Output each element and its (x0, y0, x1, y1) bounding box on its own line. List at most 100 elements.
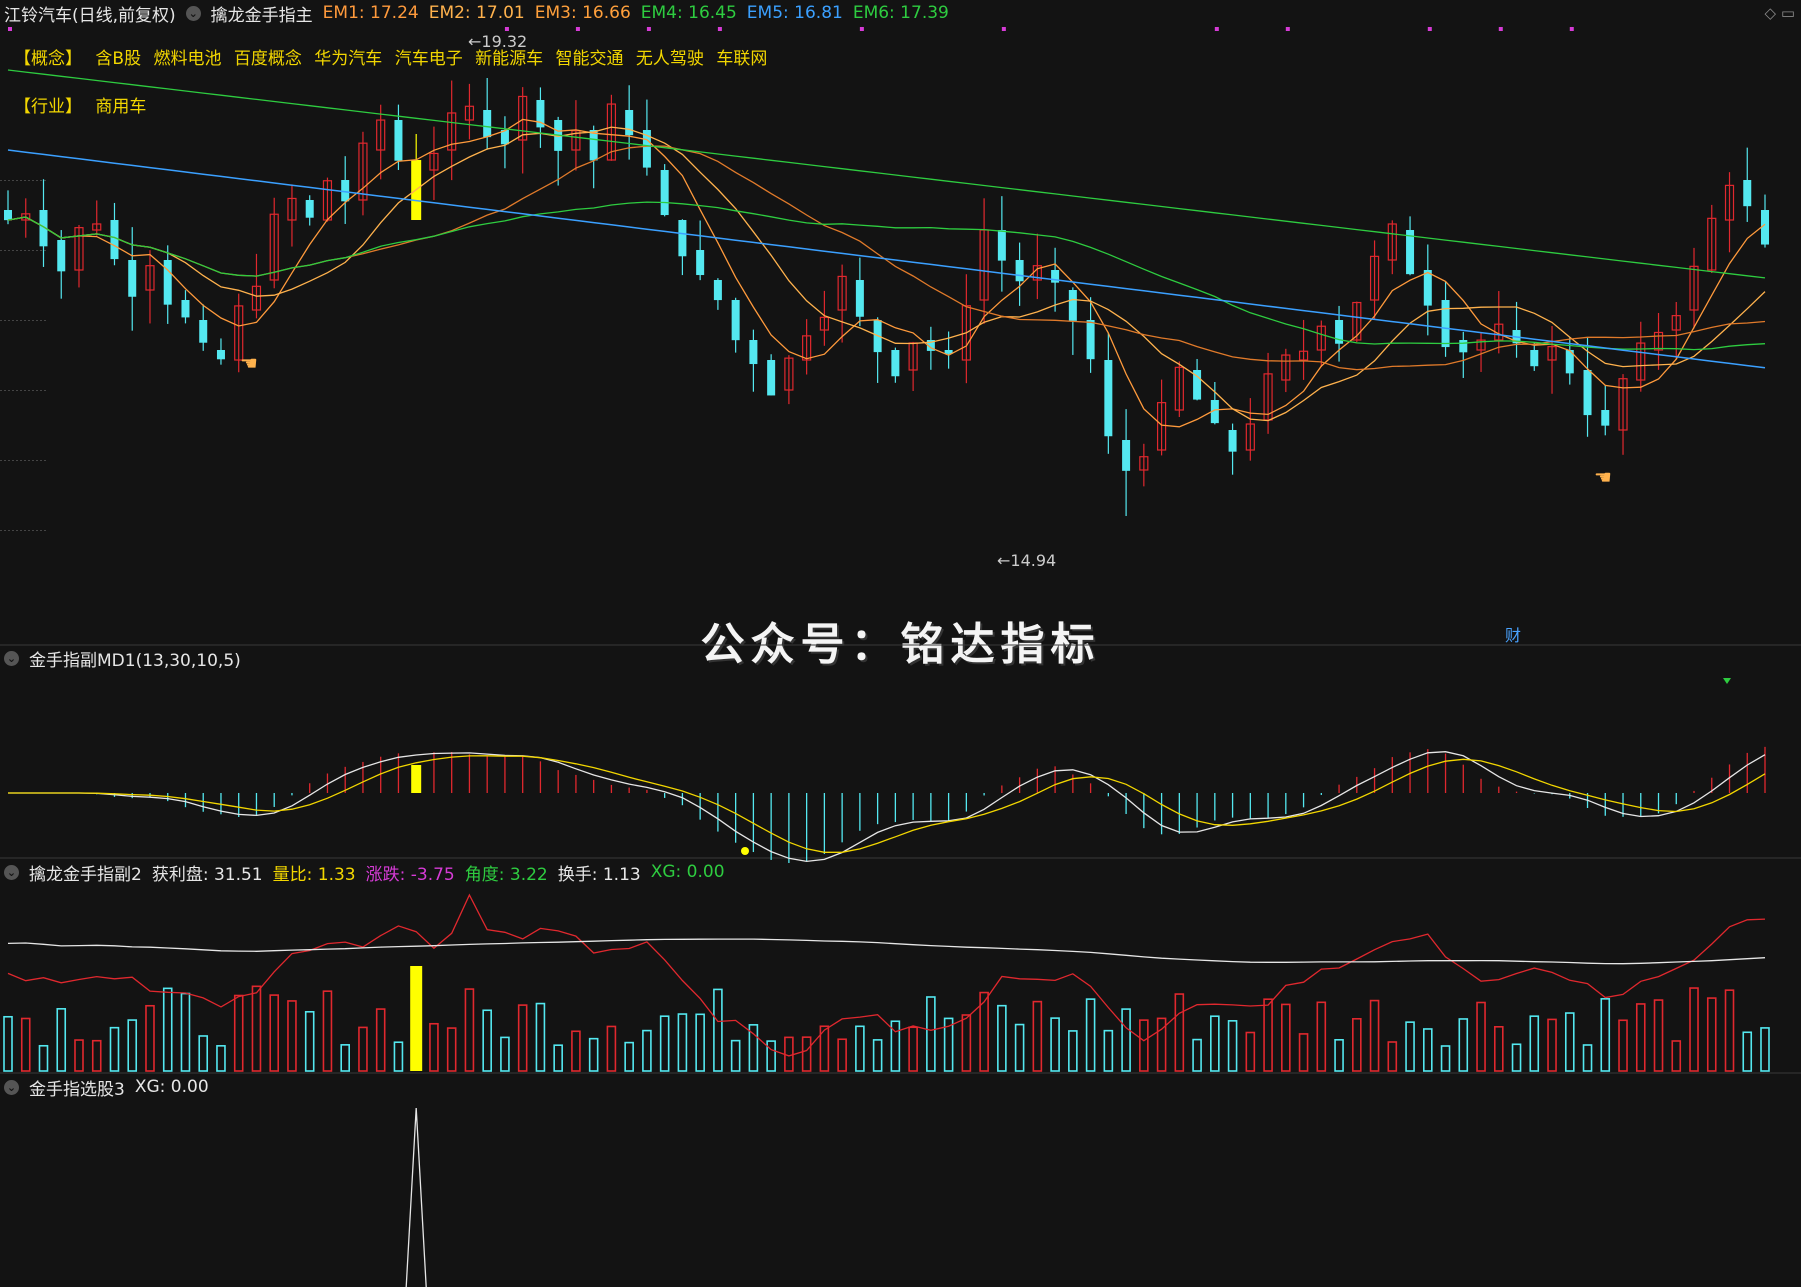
volume-bar (180, 992, 191, 1072)
grid-tick (16, 250, 18, 251)
volume-bar (1760, 1027, 1770, 1072)
grid-tick (28, 390, 30, 391)
grid-tick (16, 390, 18, 391)
grid-tick (44, 250, 46, 251)
volume-bar (91, 1039, 102, 1072)
candle-body (199, 320, 208, 343)
volume-bar (961, 1014, 972, 1072)
volume-bar (801, 1036, 812, 1072)
volume-bar (109, 1026, 120, 1072)
volume-bar (872, 1039, 883, 1072)
grid-tick (4, 250, 6, 251)
candle-body (305, 200, 314, 218)
grid-tick (32, 460, 34, 461)
candle-body (891, 350, 900, 377)
grid-tick (8, 320, 10, 321)
grid-tick (12, 460, 14, 461)
volume-bar (677, 1013, 688, 1072)
candle-body (678, 220, 687, 257)
candle-body (110, 220, 119, 260)
grid-tick (16, 320, 18, 321)
volume-bar (393, 1041, 404, 1072)
candle-body (1441, 300, 1450, 348)
volume-bar (908, 1026, 918, 1072)
grid-tick (4, 460, 6, 461)
marker-dot (8, 27, 12, 31)
grid-tick (32, 530, 34, 531)
grid-tick (8, 250, 10, 251)
grid-tick (32, 320, 34, 321)
volume-bar (1635, 1003, 1646, 1072)
volume-bar (269, 994, 280, 1072)
volume-bar (1210, 1015, 1220, 1072)
volume-bar (1245, 1031, 1256, 1072)
candle-body (57, 240, 66, 272)
signal-dot (741, 847, 749, 855)
volume-bar (606, 1025, 617, 1072)
volume-bar (375, 1008, 386, 1072)
volume-bar (1263, 998, 1273, 1072)
volume-bar (1227, 1020, 1238, 1072)
volume-bar (216, 1045, 226, 1072)
grid-tick (28, 180, 30, 181)
volume-bar (1405, 1021, 1415, 1072)
marker-dot (504, 27, 509, 31)
grid-tick (0, 180, 2, 181)
grid-tick (12, 390, 14, 391)
em5-line (7, 149, 1766, 369)
volume-bar (926, 996, 936, 1072)
marker-dot (859, 27, 864, 31)
candle-body (483, 110, 492, 138)
xg-spike (405, 1107, 427, 1287)
candle-body (181, 300, 190, 318)
grid-tick (20, 530, 22, 531)
volume-bar (251, 985, 262, 1072)
volume-bar (1316, 1001, 1327, 1072)
grid-tick (36, 320, 38, 321)
grid-tick (44, 390, 46, 391)
volume-bar (482, 1009, 492, 1072)
volume-bar (1564, 1012, 1575, 1072)
volume-bar (571, 1030, 581, 1072)
grid-tick (16, 460, 18, 461)
volume-bar (1458, 1018, 1469, 1072)
signal-bar (411, 765, 422, 793)
volume-bar (410, 966, 423, 1071)
grid-tick (28, 460, 30, 461)
volume-bar (1085, 998, 1096, 1072)
grid-tick (40, 460, 42, 461)
volume-bar (38, 1044, 49, 1072)
marker-dot (717, 27, 722, 31)
volume-bar (730, 1039, 741, 1072)
volume-bar (1174, 993, 1185, 1072)
grid-tick (36, 390, 38, 391)
grid-tick (20, 390, 22, 391)
em3-line (7, 145, 1766, 371)
volume-bar (446, 1027, 457, 1072)
volume-bar (429, 1022, 439, 1072)
candle-body (660, 170, 669, 216)
volume-bar (1671, 1040, 1682, 1072)
stock-chart-canvas[interactable]: ☚☚ (0, 0, 1801, 1287)
volume-bar (340, 1044, 351, 1072)
grid-tick (12, 320, 14, 321)
volume-bar (74, 1039, 84, 1072)
ratio-line (7, 938, 1766, 965)
volume-bar (1369, 999, 1380, 1072)
marker-dot (1001, 27, 1006, 31)
volume-bar (1068, 1030, 1078, 1072)
grid-tick (40, 320, 42, 321)
volume-bar (322, 990, 333, 1072)
grid-tick (20, 320, 22, 321)
volume-bar (198, 1035, 209, 1072)
candle-body (1530, 350, 1539, 367)
green-marker (1723, 678, 1731, 684)
volume-bar (1352, 1017, 1362, 1072)
candle-body (216, 350, 225, 360)
grid-tick (40, 250, 42, 251)
candle-body (1122, 440, 1131, 471)
marker-dot (1569, 27, 1574, 31)
volume-bar (642, 1029, 652, 1072)
volume-bar (1547, 1018, 1557, 1072)
volume-bar (1511, 1043, 1522, 1072)
